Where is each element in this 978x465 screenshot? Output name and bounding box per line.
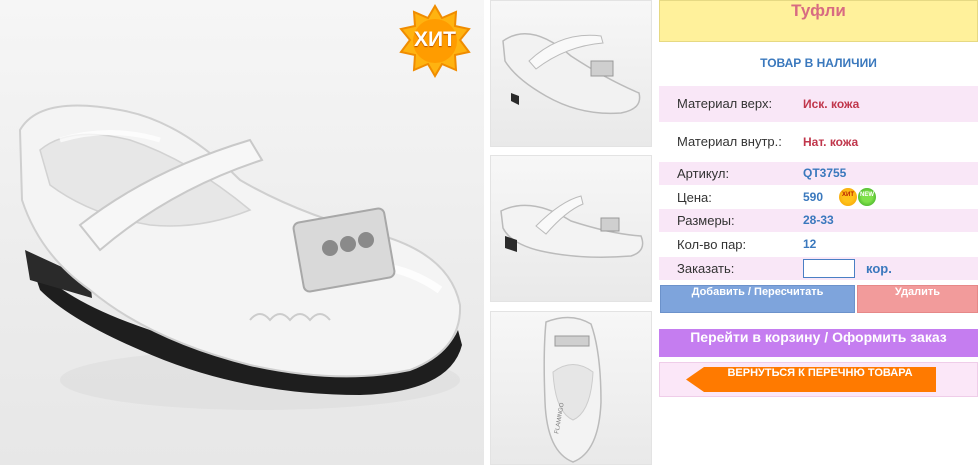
hit-badge-label: ХИТ xyxy=(414,28,456,51)
spec-label: Размеры: xyxy=(677,213,735,228)
spec-value: Нат. кожа xyxy=(803,135,859,149)
spec-row-material-top: Материал верх: Иск. кожа xyxy=(659,86,978,122)
thumbnail-3[interactable]: FLAMINGO xyxy=(490,311,652,465)
spec-label: Материал внутр.: xyxy=(677,134,782,149)
spec-label: Артикул: xyxy=(677,166,730,181)
spec-label: Заказать: xyxy=(677,261,735,276)
spec-value: 12 xyxy=(803,237,817,251)
price-value: 590 xyxy=(803,190,824,204)
go-to-cart-button[interactable]: Перейти в корзину / Оформить заказ xyxy=(659,329,978,357)
back-to-list-label: ВЕРНУТЬСЯ К ПЕРЕЧНЮ ТОВАРА xyxy=(727,367,913,379)
shoe-thumb-1-image xyxy=(502,33,641,115)
thumbnail-1[interactable] xyxy=(490,0,652,147)
shoe-thumb-2-image xyxy=(500,195,644,258)
spec-label: Материал верх: xyxy=(677,96,773,111)
spec-row-pairs: Кол-во пар: 12 xyxy=(659,233,978,256)
back-to-list-button[interactable]: ВЕРНУТЬСЯ К ПЕРЕЧНЮ ТОВАРА xyxy=(686,367,936,392)
back-to-list-container: ВЕРНУТЬСЯ К ПЕРЕЧНЮ ТОВАРА xyxy=(659,362,978,397)
spec-row-article: Артикул: QT3755 xyxy=(659,162,978,185)
hit-badge: ХИТ xyxy=(398,4,472,78)
product-title: Туфли xyxy=(659,0,978,42)
spec-label: Кол-во пар: xyxy=(677,237,747,252)
hit-mini-badge: ХИТ xyxy=(839,188,857,206)
spec-value: Иск. кожа xyxy=(803,97,860,111)
thumbnail-2[interactable] xyxy=(490,155,652,302)
spec-value: 28-33 xyxy=(803,213,834,227)
delete-button[interactable]: Удалить xyxy=(857,285,978,313)
spec-row-price: Цена: 590 ХИТ NEW xyxy=(659,186,978,209)
spec-value: QT3755 xyxy=(803,166,847,180)
spec-row-order: Заказать: кор. xyxy=(659,257,978,280)
spec-row-sizes: Размеры: 28-33 xyxy=(659,209,978,232)
hit-mini-label: ХИТ xyxy=(842,192,854,198)
add-recalculate-button[interactable]: Добавить / Пересчитать xyxy=(660,285,855,313)
spec-row-material-inner: Материал внутр.: Нат. кожа xyxy=(659,124,978,160)
stock-status: ТОВАР В НАЛИЧИИ xyxy=(760,56,877,70)
new-mini-label: NEW xyxy=(860,192,874,198)
order-quantity-input[interactable] xyxy=(803,259,855,278)
shoe-thumb-3-image: FLAMINGO xyxy=(543,316,602,463)
order-unit: кор. xyxy=(866,261,892,276)
spec-label: Цена: xyxy=(677,190,712,205)
new-mini-badge: NEW xyxy=(858,188,876,206)
